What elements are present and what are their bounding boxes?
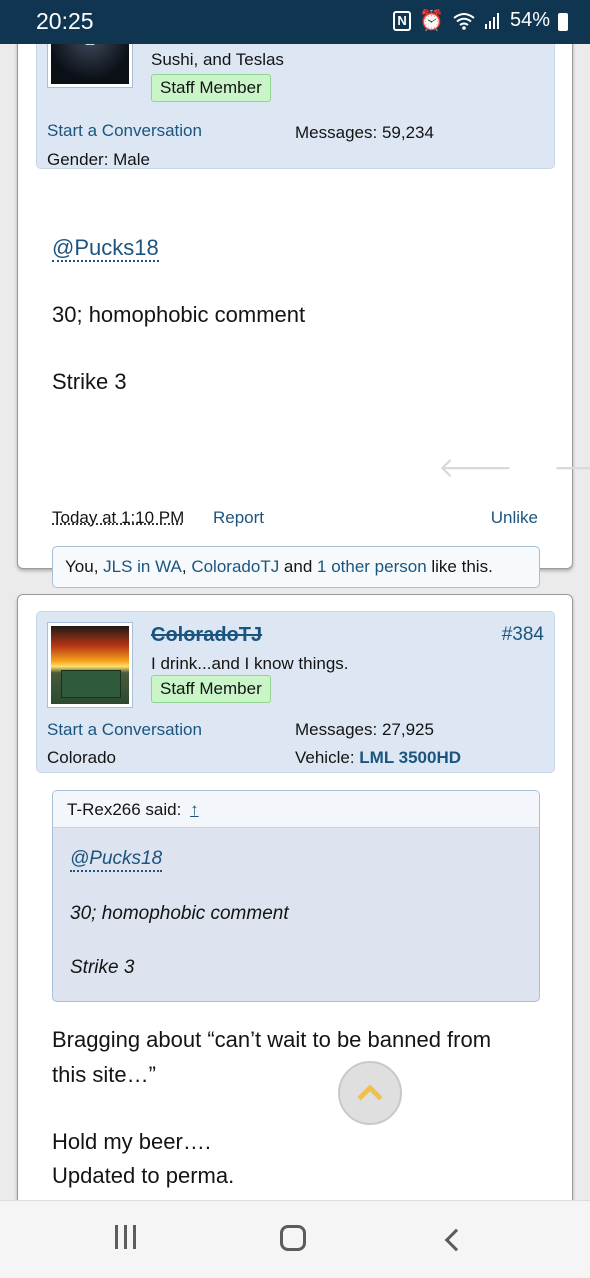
mention-link[interactable]: @Pucks18 [52,235,159,262]
dumpster-fire-avatar-image [51,626,129,704]
user-title: Sushi, and Teslas [151,50,284,69]
quote-mention-link[interactable]: @Pucks18 [70,848,163,872]
messages-count: Messages: 59,234 [295,123,434,143]
status-time: 20:25 [36,8,94,34]
unlike-link[interactable]: Unlike [491,508,538,528]
post-navigation: 🡐 🡒 [438,450,590,484]
post-body-line: Updated to perma. [52,1163,235,1188]
battery-percent: 54% [509,9,550,31]
thread-content[interactable]: Sushi, and Teslas Staff Member Start a C… [0,44,590,1200]
liker-link[interactable]: ColoradoTJ [191,557,279,576]
other-likers-link[interactable]: 1 other person [317,557,427,576]
user-title: I drink...and I know things. [151,654,349,673]
post-body-line: this site…” [52,1062,156,1087]
messages-label: Messages: [295,720,378,739]
quote-block: T-Rex266 said: ↑ @Pucks18 30; homophobic… [52,790,540,1002]
post-body-line: Strike 3 [52,369,127,394]
signal-icon [484,12,502,30]
quote-line: Strike 3 [70,957,135,978]
messages-value: 59,234 [381,123,434,142]
username-link[interactable]: ColoradoTJ [151,624,262,647]
liker-link[interactable]: JLS in WA [103,557,182,576]
messages-label: Messages: [295,123,378,142]
status-icons: N ⏰ 54% [393,8,568,33]
post-number-link[interactable]: #384 [502,624,544,646]
vehicle-info: Vehicle: LML 3500HD [295,748,461,768]
home-button[interactable] [280,1225,306,1251]
messages-value: 27,925 [381,720,434,739]
back-button[interactable] [444,1228,468,1252]
gender-info: Gender: Male [47,150,150,169]
quote-author: T-Rex266 said: [67,800,182,819]
post-body-line: Hold my beer…. [52,1129,211,1154]
system-navigation-bar [0,1200,590,1278]
alarm-icon: ⏰ [419,10,444,32]
wifi-icon [452,11,476,31]
vehicle-value: LML 3500HD [359,748,461,767]
avatar[interactable] [47,44,133,88]
start-conversation-link[interactable]: Start a Conversation [47,121,202,141]
arrow-right-icon[interactable]: 🡒 [553,450,590,484]
staff-badge: Staff Member [151,675,271,703]
vehicle-label: Vehicle: [295,748,355,767]
location-info: Colorado [47,748,116,767]
report-link[interactable]: Report [213,508,264,528]
recent-apps-button[interactable] [115,1225,136,1249]
quote-source-link[interactable]: ↑ [190,800,199,819]
battery-icon [558,12,568,31]
nfc-icon: N [393,10,412,31]
likes-comma: , [181,557,192,576]
quote-header: T-Rex266 said: ↑ [53,791,539,828]
post-date-link[interactable]: Today at 1:10 PM [52,508,184,528]
staff-badge: Staff Member [151,74,271,102]
post: ColoradoTJ #384 I drink...and I know thi… [17,594,573,1200]
post-body-line: Bragging about “can’t wait to be banned … [52,1027,492,1052]
scroll-to-top-button[interactable] [338,1061,402,1125]
post-body-mention: @Pucks18 [52,235,159,262]
likes-summary: You, JLS in WA, ColoradoTJ and 1 other p… [52,546,540,588]
chevron-up-icon [357,1084,383,1110]
likes-and: and [279,557,318,576]
likes-you: You, [65,557,104,576]
user-info-box: ColoradoTJ #384 I drink...and I know thi… [36,611,555,773]
avatar[interactable] [47,622,133,708]
quote-line: 30; homophobic comment [70,903,289,924]
arrow-left-icon[interactable]: 🡐 [438,450,513,484]
start-conversation-link[interactable]: Start a Conversation [47,720,202,740]
status-bar: 20:25 N ⏰ 54% [0,0,590,44]
post: Sushi, and Teslas Staff Member Start a C… [17,44,590,588]
messages-count: Messages: 27,925 [295,720,434,740]
likes-suffix: like this. [426,557,493,576]
user-info-box: Sushi, and Teslas Staff Member Start a C… [36,44,555,169]
tesla-avatar-image [51,44,129,84]
post-body-line: 30; homophobic comment [52,302,306,327]
